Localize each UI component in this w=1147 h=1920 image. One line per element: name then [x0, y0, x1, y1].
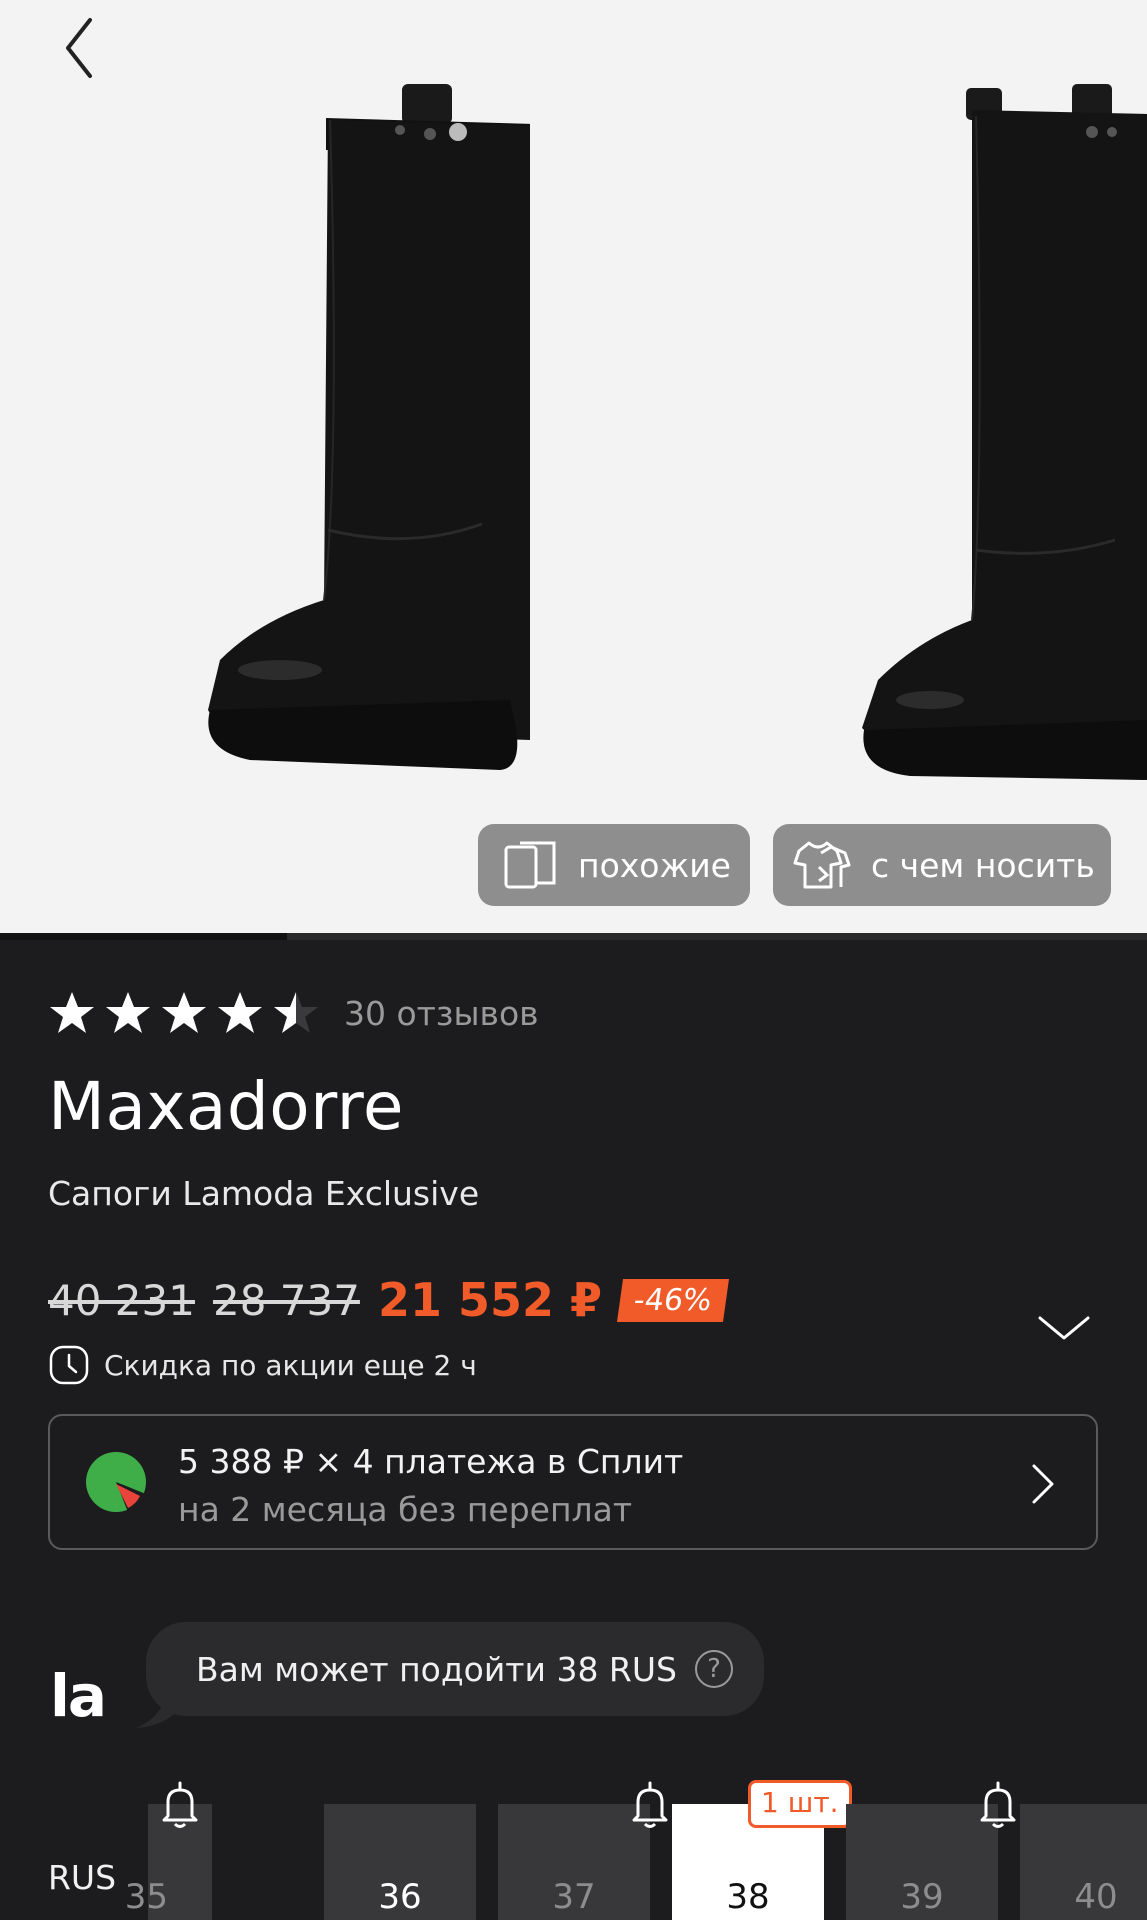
size-label: 37 [552, 1877, 596, 1917]
similar-cards-icon [504, 841, 556, 889]
star-icon [106, 992, 150, 1033]
split-logo-icon [86, 1452, 146, 1512]
star-icon [274, 992, 318, 1033]
outfit-label: с чем носить [871, 845, 1095, 885]
star-icon [162, 992, 206, 1033]
price-row: 40 231 28 737 21 552 ₽ -46% [48, 1270, 729, 1330]
gallery-progress-fill [0, 933, 287, 940]
brand-name[interactable]: Maxadorre [48, 1068, 404, 1145]
product-image-main [208, 84, 530, 770]
bell-icon[interactable] [628, 1780, 672, 1830]
star-icon [218, 992, 262, 1033]
product-gallery[interactable]: похожие с чем носить [0, 0, 1147, 940]
size-label: 39 [900, 1877, 944, 1917]
size-suggestion-text: Вам может подойти 38 RUS [196, 1649, 677, 1689]
back-chevron-icon[interactable] [60, 16, 110, 80]
split-line-2: на 2 месяца без переплат [178, 1490, 633, 1529]
split-line-1: 5 388 ₽ × 4 платежа в Сплит [178, 1442, 684, 1481]
product-info: 30 отзывов Maxadorre Сапоги Lamoda Exclu… [0, 940, 1147, 1920]
lamoda-assistant-logo: la [50, 1662, 107, 1730]
similar-button[interactable]: похожие [478, 824, 750, 906]
size-suggestion-bubble[interactable]: Вам может подойти 38 RUS ? [146, 1622, 764, 1716]
size-label: 40 [1074, 1877, 1118, 1917]
size-option-36[interactable]: 36 [324, 1804, 476, 1920]
clock-icon [49, 1345, 89, 1385]
product-title: Сапоги Lamoda Exclusive [48, 1174, 480, 1213]
old-price-1: 40 231 [48, 1275, 195, 1325]
similar-label: похожие [578, 845, 731, 885]
promo-timer: Скидка по акции еще 2 ч [48, 1344, 477, 1386]
help-icon[interactable]: ? [694, 1650, 733, 1688]
chevron-down-icon[interactable] [1036, 1310, 1092, 1346]
split-payment-card[interactable]: 5 388 ₽ × 4 платежа в Сплит на 2 месяца … [48, 1414, 1098, 1550]
chevron-right-icon [1032, 1464, 1054, 1504]
old-price-2: 28 737 [212, 1275, 360, 1325]
promo-text: Скидка по акции еще 2 ч [104, 1348, 477, 1382]
outfit-button[interactable]: с чем носить [773, 824, 1111, 906]
size-option-40[interactable]: 40 [1020, 1804, 1147, 1920]
current-price: 21 552 ₽ [377, 1273, 603, 1327]
star-icon [50, 992, 94, 1033]
bell-icon[interactable] [158, 1780, 202, 1830]
gallery-progress [0, 933, 1147, 940]
reviews-count[interactable]: 30 отзывов [344, 994, 539, 1033]
discount-badge: -46% [616, 1278, 729, 1322]
rating-stars [48, 989, 320, 1037]
stock-quantity-badge: 1 шт. [748, 1780, 852, 1828]
product-image-next [862, 84, 1147, 780]
size-label: 35 [124, 1877, 168, 1917]
rating-row[interactable]: 30 отзывов [48, 988, 539, 1038]
bell-icon[interactable] [976, 1780, 1020, 1830]
outfit-icon [793, 841, 851, 889]
size-label: 38 [726, 1877, 770, 1917]
size-label: 36 [378, 1877, 422, 1917]
